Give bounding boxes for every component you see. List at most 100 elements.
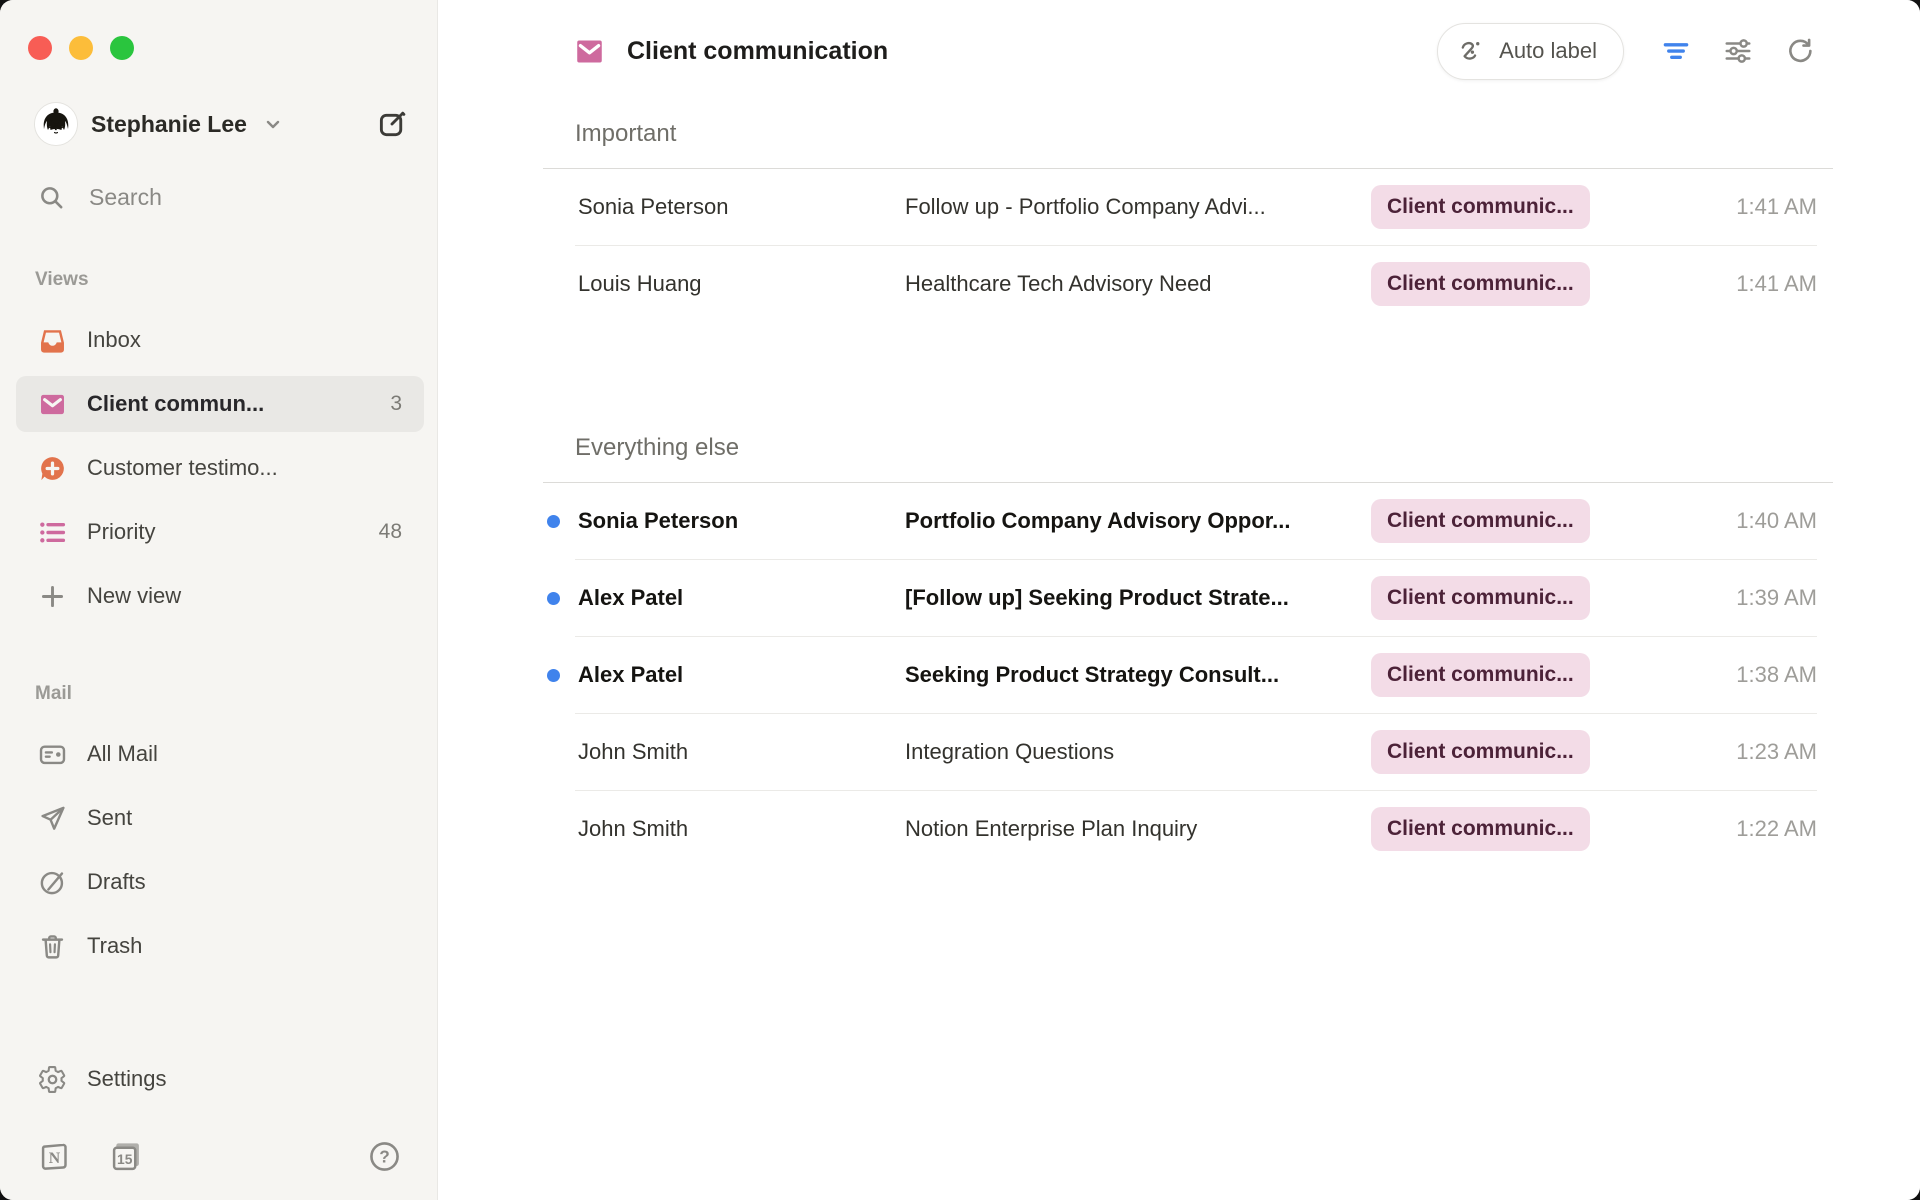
email-section-everything-else: Everything else Sonia Peterson Portfolio… — [543, 434, 1833, 867]
close-window-button[interactable] — [28, 36, 52, 60]
view-header: Client communication Auto label — [438, 0, 1920, 80]
filter-button[interactable] — [1660, 35, 1692, 67]
email-subject: Follow up - Portfolio Company Advi... — [905, 194, 1371, 220]
email-timestamp: 1:23 AM — [1736, 739, 1817, 765]
sidebar-item-customer-testimonials[interactable]: Customer testimo... — [16, 440, 424, 496]
search[interactable]: Search — [38, 184, 407, 211]
mail-label-icon — [574, 36, 605, 67]
window-controls — [0, 0, 437, 60]
email-row[interactable]: John Smith Notion Enterprise Plan Inquir… — [543, 791, 1833, 867]
plus-icon — [37, 581, 67, 611]
mail-section-label: Mail — [35, 683, 437, 705]
chevron-down-icon — [261, 112, 285, 136]
testimonial-icon — [37, 453, 67, 483]
label-chip[interactable]: Client communic... — [1371, 185, 1590, 228]
help-button[interactable]: ? — [368, 1140, 401, 1173]
filter-icon — [1661, 36, 1691, 66]
email-sender: Alex Patel — [578, 585, 905, 611]
sidebar-item-label: Customer testimo... — [87, 455, 278, 481]
page-title: Client communication — [627, 37, 888, 66]
email-row[interactable]: Sonia Peterson Portfolio Company Advisor… — [543, 483, 1833, 559]
email-subject: Integration Questions — [905, 739, 1371, 765]
sidebar-item-label: Inbox — [87, 327, 141, 353]
priority-icon — [37, 517, 67, 547]
sidebar-item-label: All Mail — [87, 741, 158, 767]
minimize-window-button[interactable] — [69, 36, 93, 60]
sidebar-item-sent[interactable]: Sent — [16, 790, 424, 846]
sidebar-footer: N 15 — [38, 1139, 401, 1200]
sidebar-item-trash[interactable]: Trash — [16, 918, 424, 974]
label-chip[interactable]: Client communic... — [1371, 262, 1590, 305]
email-section-important: Important Sonia Peterson Follow up - Por… — [543, 120, 1833, 322]
email-row[interactable]: Alex Patel Seeking Product Strategy Cons… — [543, 637, 1833, 713]
refresh-button[interactable] — [1784, 35, 1816, 67]
help-icon: ? — [368, 1140, 401, 1173]
compose-icon — [377, 109, 407, 139]
svg-text:N: N — [49, 1150, 61, 1167]
mail-label-icon — [37, 389, 67, 419]
inbox-icon — [37, 325, 67, 355]
email-subject: Healthcare Tech Advisory Need — [905, 271, 1371, 297]
compose-button[interactable] — [377, 109, 407, 139]
notion-logo-icon: N — [38, 1140, 71, 1173]
label-chip[interactable]: Client communic... — [1371, 576, 1590, 619]
sidebar-item-priority[interactable]: Priority 48 — [16, 504, 424, 560]
sidebar-item-label: Settings — [87, 1066, 167, 1092]
email-timestamp: 1:41 AM — [1736, 271, 1817, 297]
trash-icon — [37, 931, 67, 961]
sidebar-item-client-communication[interactable]: Client commun... 3 — [16, 376, 424, 432]
email-sender: Alex Patel — [578, 662, 905, 688]
label-chip[interactable]: Client communic... — [1371, 653, 1590, 696]
email-row[interactable]: John Smith Integration Questions Client … — [543, 714, 1833, 790]
email-timestamp: 1:40 AM — [1736, 508, 1817, 534]
sidebar-item-label: Priority — [87, 519, 155, 545]
account-switcher[interactable]: Stephanie Lee — [34, 102, 407, 146]
section-title: Everything else — [543, 434, 1833, 462]
display-options-button[interactable] — [1722, 35, 1754, 67]
label-chip[interactable]: Client communic... — [1371, 807, 1590, 850]
sidebar-item-label: Client commun... — [87, 391, 264, 417]
auto-label-button[interactable]: Auto label — [1437, 23, 1624, 80]
notion-calendar-button[interactable]: 15 — [109, 1139, 144, 1174]
search-label: Search — [89, 184, 162, 211]
sidebar-item-label: Trash — [87, 933, 142, 959]
email-sender: Sonia Peterson — [578, 508, 905, 534]
unread-dot — [547, 592, 560, 605]
sidebar-item-drafts[interactable]: Drafts — [16, 854, 424, 910]
app-window: Stephanie Lee — [0, 0, 1920, 1200]
email-timestamp: 1:22 AM — [1736, 816, 1817, 842]
sidebar-item-new-view[interactable]: New view — [16, 568, 424, 624]
gear-icon — [37, 1064, 67, 1094]
label-chip[interactable]: Client communic... — [1371, 499, 1590, 542]
refresh-icon — [1785, 36, 1815, 66]
email-subject: Notion Enterprise Plan Inquiry — [905, 816, 1371, 842]
search-icon — [38, 184, 65, 211]
sidebar-item-all-mail[interactable]: All Mail — [16, 726, 424, 782]
unread-dot — [547, 669, 560, 682]
item-count: 3 — [390, 392, 402, 416]
sidebar-item-settings[interactable]: Settings — [16, 1051, 424, 1107]
svg-text:15: 15 — [117, 1151, 133, 1167]
label-chip[interactable]: Client communic... — [1371, 730, 1590, 773]
auto-label-button-label: Auto label — [1499, 38, 1597, 64]
sliders-icon — [1723, 36, 1753, 66]
notion-app-button[interactable]: N — [38, 1140, 71, 1173]
auto-label-icon — [1457, 37, 1486, 66]
main-panel: Client communication Auto label — [438, 0, 1920, 1200]
item-count: 48 — [379, 520, 402, 544]
section-title: Important — [543, 120, 1833, 148]
email-subject: [Follow up] Seeking Product Strate... — [905, 585, 1371, 611]
sidebar-item-label: New view — [87, 583, 181, 609]
email-row[interactable]: Alex Patel [Follow up] Seeking Product S… — [543, 560, 1833, 636]
sidebar-item-label: Drafts — [87, 869, 146, 895]
sidebar-item-inbox[interactable]: Inbox — [16, 312, 424, 368]
zoom-window-button[interactable] — [110, 36, 134, 60]
avatar — [34, 102, 78, 146]
notion-calendar-icon: 15 — [109, 1139, 144, 1174]
email-row[interactable]: Louis Huang Healthcare Tech Advisory Nee… — [543, 246, 1833, 322]
svg-text:?: ? — [379, 1147, 390, 1167]
email-timestamp: 1:38 AM — [1736, 662, 1817, 688]
email-row[interactable]: Sonia Peterson Follow up - Portfolio Com… — [543, 169, 1833, 245]
user-name: Stephanie Lee — [91, 111, 247, 138]
email-sender: John Smith — [578, 816, 905, 842]
